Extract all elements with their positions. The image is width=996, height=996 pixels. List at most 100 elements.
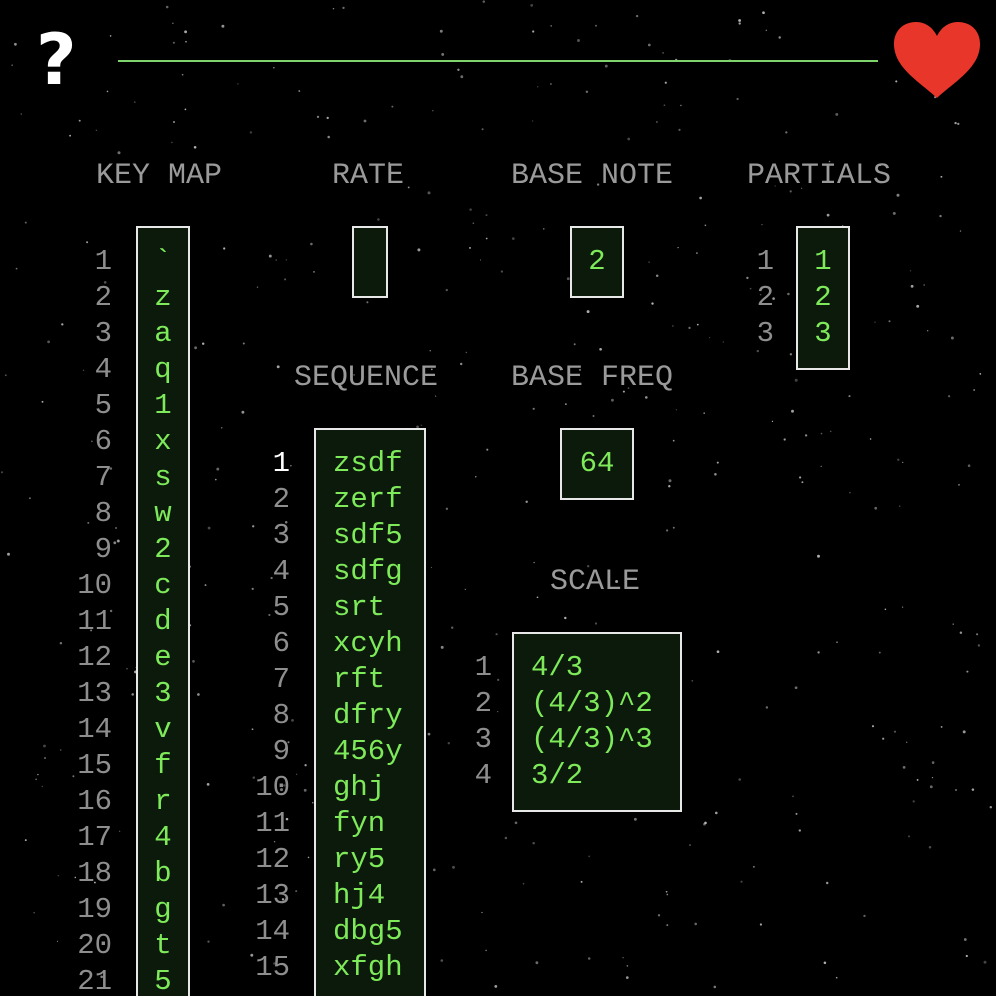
keymap-key[interactable]: 4 (138, 820, 188, 856)
star (762, 11, 765, 15)
star (172, 41, 175, 44)
partials-value-list[interactable]: 123 (798, 244, 848, 352)
star (35, 778, 37, 781)
keymap-key[interactable]: 5 (138, 964, 188, 996)
star (752, 865, 755, 868)
keymap-key[interactable]: 3 (138, 676, 188, 712)
scale-box[interactable]: 4/3 (4/3)^2 (4/3)^3 3/2 (512, 632, 682, 812)
partial-value[interactable]: 2 (798, 280, 848, 316)
keymap-key[interactable]: 1 (138, 388, 188, 424)
star (931, 761, 935, 764)
keymap-key[interactable]: s (138, 460, 188, 496)
star (377, 218, 380, 221)
partial-value[interactable]: 1 (798, 244, 848, 280)
sequence-index: 8 (272, 699, 290, 732)
star (363, 119, 367, 123)
scale-value-list[interactable]: 4/3 (4/3)^2 (4/3)^3 3/2 (531, 650, 681, 794)
star (464, 588, 466, 591)
partials-box[interactable]: 123 (796, 226, 850, 370)
sequence-entry[interactable]: ry5 (333, 842, 425, 878)
sequence-box[interactable]: zsdf zerf sdf5 sdfg srt xcyh rft dfry 456y ghj fyn… (314, 428, 426, 996)
star (950, 336, 954, 340)
keymap-box[interactable]: ` z a q 1 x s w 2 c d e 3 v f r 4 b g t 5 (136, 226, 190, 996)
star (599, 347, 602, 351)
keymap-key[interactable]: 2 (138, 532, 188, 568)
keymap-key-list[interactable]: ` z a q 1 x s w 2 c d e 3 v f r 4 b g t 5 (138, 244, 188, 996)
sequence-entry[interactable]: fyn (333, 806, 425, 842)
keymap-key[interactable]: b (138, 856, 188, 892)
star (268, 254, 272, 258)
scale-ratio[interactable]: 4/3 (531, 650, 681, 686)
sequence-entry[interactable]: hj4 (333, 878, 425, 914)
star (222, 903, 225, 907)
sequence-entry[interactable]: ghj (333, 770, 425, 806)
sequence-entry[interactable]: xcyh (333, 626, 425, 662)
sequence-entry[interactable]: 456y (333, 734, 425, 770)
star (432, 109, 434, 112)
star (57, 875, 59, 877)
scale-ratio[interactable]: 3/2 (531, 758, 681, 794)
keymap-key[interactable]: t (138, 928, 188, 964)
keymap-title: KEY MAP (96, 159, 223, 193)
sequence-entry[interactable]: dfry (333, 698, 425, 734)
base-freq-input[interactable]: 64 (560, 428, 634, 500)
keymap-key[interactable]: d (138, 604, 188, 640)
rate-input[interactable] (352, 226, 388, 298)
scale-ratio[interactable]: (4/3)^3 (531, 722, 681, 758)
star (892, 211, 896, 215)
base-note-input[interactable]: 2 (570, 226, 624, 298)
star (963, 938, 967, 941)
sequence-entry[interactable]: zsdf (333, 446, 425, 482)
star (420, 424, 422, 426)
help-button[interactable]: ? (36, 20, 77, 100)
star (863, 914, 866, 918)
star (738, 778, 742, 781)
star (586, 310, 590, 314)
keymap-key[interactable]: g (138, 892, 188, 928)
keymap-key[interactable]: x (138, 424, 188, 460)
sequence-entry[interactable]: sdfg (333, 554, 425, 590)
keymap-key[interactable]: e (138, 640, 188, 676)
scale-ratio[interactable]: (4/3)^2 (531, 686, 681, 722)
sequence-value-list[interactable]: zsdf zerf sdf5 sdfg srt xcyh rft dfry 456y ghj fyn… (333, 446, 425, 986)
star (494, 984, 498, 988)
keymap-index: 11 (77, 605, 112, 638)
keymap-key[interactable]: w (138, 496, 188, 532)
star (432, 868, 436, 872)
star (585, 90, 589, 94)
star (56, 940, 59, 943)
star (532, 30, 535, 33)
partial-value[interactable]: 3 (798, 316, 848, 352)
star (929, 785, 933, 789)
keymap-key[interactable]: c (138, 568, 188, 604)
star (699, 196, 702, 200)
keymap-index: 8 (94, 497, 112, 530)
star (522, 882, 525, 885)
star (457, 68, 460, 72)
keymap-key[interactable]: z (138, 280, 188, 316)
sequence-entry[interactable]: zerf (333, 482, 425, 518)
sequence-entry[interactable]: srt (333, 590, 425, 626)
keymap-index: 17 (77, 821, 112, 854)
keymap-key[interactable]: ` (138, 244, 188, 280)
keymap-key[interactable]: f (138, 748, 188, 784)
sequence-entry[interactable]: sdf5 (333, 518, 425, 554)
star (184, 30, 188, 34)
sequence-entry[interactable]: rft (333, 662, 425, 698)
star (4, 374, 7, 377)
sequence-entry[interactable]: xfgh (333, 950, 425, 986)
star (829, 430, 832, 433)
keymap-key[interactable]: r (138, 784, 188, 820)
star (580, 880, 583, 883)
star (965, 954, 968, 958)
keymap-key[interactable]: q (138, 352, 188, 388)
star (959, 230, 962, 232)
star (242, 342, 245, 345)
star (668, 485, 671, 488)
keymap-key[interactable]: a (138, 316, 188, 352)
keymap-index-list: 1 2 3 4 5 6 7 8 9 10 11 12 13 14 15 16 17 18 19 20 21 (60, 244, 112, 996)
star (704, 224, 707, 227)
sequence-entry[interactable]: dbg5 (333, 914, 425, 950)
heart-icon[interactable] (890, 18, 984, 100)
keymap-key[interactable]: v (138, 712, 188, 748)
